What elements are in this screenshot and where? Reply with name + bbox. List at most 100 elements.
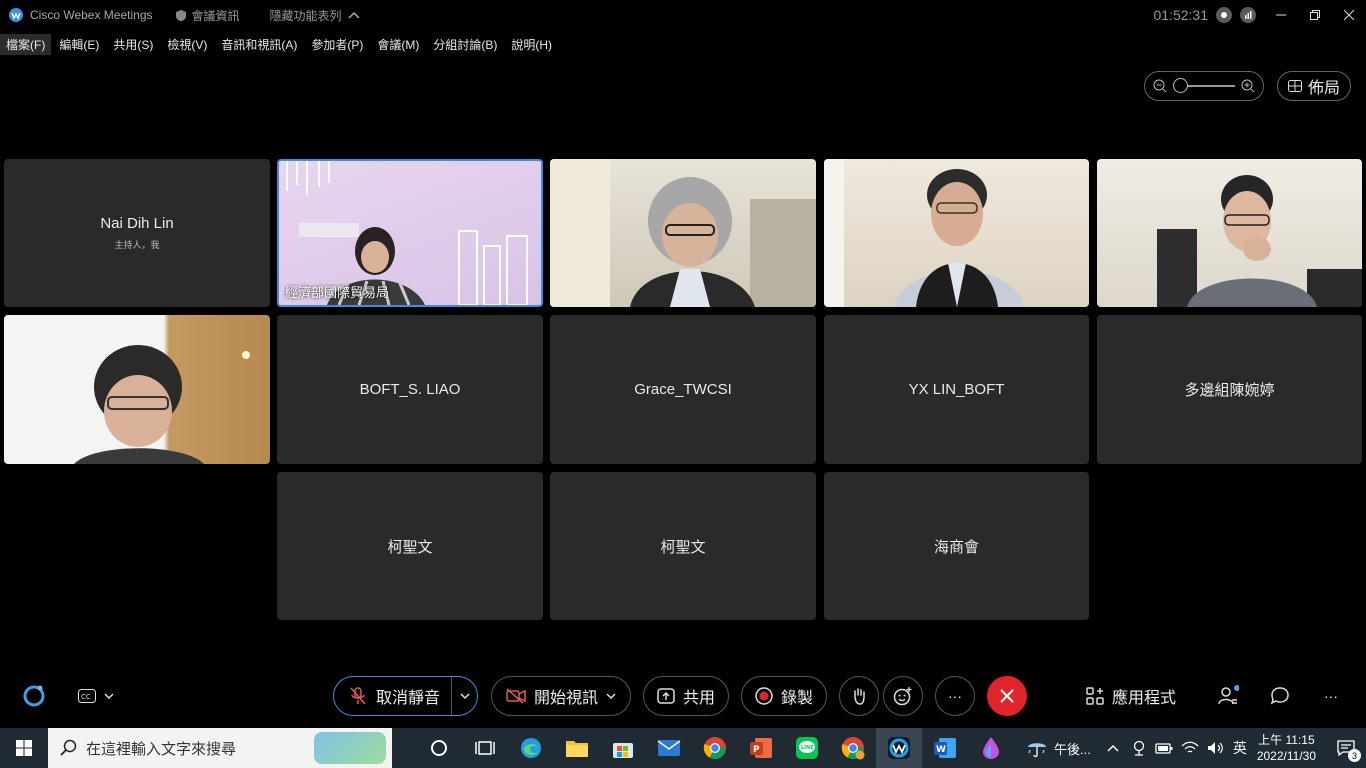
participant-name: Nai Dih Lin xyxy=(100,215,174,232)
apps-label: 應用程式 xyxy=(1112,690,1177,707)
menu-breakout[interactable]: 分組討論(B) xyxy=(427,34,503,55)
participants-panel-button[interactable] xyxy=(1217,676,1239,716)
webcam-icon[interactable] xyxy=(1131,740,1147,756)
taskbar-date: 2022/11/30 xyxy=(1256,749,1316,763)
participant-name: 柯聖文 xyxy=(660,538,706,556)
unmute-button[interactable]: 取消靜音 xyxy=(333,676,478,716)
record-icon xyxy=(755,687,773,705)
participant-video-5[interactable] xyxy=(4,315,270,464)
line-app[interactable]: LINE xyxy=(784,728,830,768)
menu-file[interactable]: 檔案(F) xyxy=(0,33,52,55)
notification-center-button[interactable]: 3 xyxy=(1326,728,1366,768)
webex-assistant-button[interactable] xyxy=(22,676,46,716)
participant-tile-9[interactable]: 柯聖文 xyxy=(277,472,543,620)
show-hidden-icons-chevron-icon[interactable] xyxy=(1107,744,1119,752)
input-method-indicator[interactable]: 英 xyxy=(1233,738,1247,758)
shield-icon xyxy=(175,9,186,21)
menu-audio-video[interactable]: 音訊和視訊(A) xyxy=(215,34,303,55)
layout-button[interactable]: 佈局 xyxy=(1277,71,1351,101)
menu-participants[interactable]: 參加者(P) xyxy=(305,34,369,55)
hide-menu-label: 隱藏功能表列 xyxy=(269,8,342,23)
participant-tile-6[interactable]: Grace_TWCSI xyxy=(550,315,816,464)
menu-edit[interactable]: 編輯(E) xyxy=(53,34,105,55)
zoom-slider[interactable] xyxy=(1173,78,1235,93)
participant-video-3[interactable] xyxy=(824,159,1089,307)
svg-text:CC: CC xyxy=(81,693,91,701)
participant-name: 海商會 xyxy=(933,538,979,556)
share-screen-icon xyxy=(657,688,675,704)
weather-widget[interactable]: 午後... xyxy=(1026,738,1091,758)
captions-button[interactable]: CC xyxy=(78,676,114,716)
participant-tile-5[interactable]: BOFT_S. LIAO xyxy=(277,315,543,464)
word-app[interactable]: W xyxy=(922,728,968,768)
participant-video-4[interactable] xyxy=(1097,159,1362,307)
zoom-out-icon[interactable] xyxy=(1153,79,1167,93)
taskbar-clock[interactable]: 上午 11:15 2022/11/30 xyxy=(1257,732,1316,764)
start-button[interactable] xyxy=(0,728,48,768)
hide-menu-bar-button[interactable]: 隱藏功能表列 xyxy=(270,7,360,24)
participant-video-active-speaker[interactable]: 經濟部國際貿易局 xyxy=(277,159,543,307)
edge-app[interactable] xyxy=(508,728,554,768)
participant-role: 主持人，我 xyxy=(114,240,160,250)
audio-options-dropdown[interactable] xyxy=(451,677,477,715)
participant-tile-host[interactable]: Nai Dih Lin 主持人，我 xyxy=(4,159,270,307)
webex-taskbar-icon xyxy=(888,737,910,759)
zoom-slider-handle[interactable] xyxy=(1173,78,1188,93)
more-options-button[interactable]: ··· xyxy=(935,676,975,716)
close-window-button[interactable] xyxy=(1332,0,1366,30)
powerpoint-app[interactable]: P xyxy=(738,728,784,768)
leave-meeting-button[interactable] xyxy=(987,676,1027,716)
zoom-in-icon[interactable] xyxy=(1241,79,1255,93)
muted-microphone-icon xyxy=(350,687,366,705)
more-panels-button[interactable]: ··· xyxy=(1324,676,1338,716)
paint-app[interactable] xyxy=(968,728,1014,768)
record-button[interactable]: 錄製 xyxy=(741,676,827,716)
participant-name: BOFT_S. LIAO xyxy=(359,381,461,398)
task-view-cortana-button[interactable] xyxy=(416,728,462,768)
menu-view[interactable]: 檢視(V) xyxy=(161,34,213,55)
chrome-profile-app[interactable] xyxy=(830,728,876,768)
connection-status-icon[interactable] xyxy=(1216,7,1232,23)
participant-tile-8[interactable]: 多邊組陳婉婷 xyxy=(1097,315,1362,464)
participant-tile-10[interactable]: 柯聖文 xyxy=(550,472,816,620)
chrome-app[interactable] xyxy=(692,728,738,768)
video-off-icon xyxy=(506,688,526,704)
svg-text:P: P xyxy=(753,745,760,755)
network-stats-icon[interactable] xyxy=(1240,7,1256,23)
chat-panel-button[interactable] xyxy=(1270,676,1290,716)
more-panels-icon: ··· xyxy=(1324,688,1338,704)
layout-label: 佈局 xyxy=(1307,80,1340,97)
menu-meeting[interactable]: 會議(M) xyxy=(371,34,425,55)
raise-hand-button[interactable] xyxy=(839,676,879,716)
menu-share[interactable]: 共用(S) xyxy=(107,34,159,55)
task-view-button[interactable] xyxy=(462,728,508,768)
reactions-button[interactable] xyxy=(883,676,923,716)
battery-icon[interactable] xyxy=(1155,741,1173,755)
reactions-emoji-icon xyxy=(893,687,912,706)
apps-button[interactable]: 應用程式 xyxy=(1086,676,1176,716)
mail-app[interactable] xyxy=(646,728,692,768)
taskbar-search-box[interactable]: 在這裡輸入文字來搜尋 xyxy=(48,728,392,768)
microsoft-store-app[interactable] xyxy=(600,728,646,768)
more-options-icon: ··· xyxy=(948,688,962,704)
file-explorer-app[interactable] xyxy=(554,728,600,768)
cortana-circle-icon xyxy=(431,740,447,756)
volume-icon[interactable] xyxy=(1207,741,1225,755)
webex-app[interactable] xyxy=(876,728,922,768)
wifi-icon[interactable] xyxy=(1181,741,1199,755)
participant-tile-11[interactable]: 海商會 xyxy=(824,472,1089,620)
participant-tile-7[interactable]: YX LIN_BOFT xyxy=(824,315,1089,464)
meeting-info-button[interactable]: 會議資訊 xyxy=(175,7,240,24)
menu-help[interactable]: 說明(H) xyxy=(505,34,558,55)
webex-assistant-icon xyxy=(23,685,45,707)
participant-video-2[interactable] xyxy=(550,159,816,307)
video-caption: 經濟部國際貿易局 xyxy=(285,285,390,300)
start-video-button[interactable]: 開始視訊 xyxy=(491,676,631,716)
minimize-button[interactable] xyxy=(1264,0,1298,30)
search-placeholder: 在這裡輸入文字來搜尋 xyxy=(86,740,237,758)
windows-taskbar: 在這裡輸入文字來搜尋 P LINE W 午後... 英 上午 11:15 202… xyxy=(0,728,1366,768)
participant-name: Grace_TWCSI xyxy=(634,381,732,398)
chrome-profile-icon xyxy=(841,737,865,760)
share-button[interactable]: 共用 xyxy=(643,676,729,716)
restore-button[interactable] xyxy=(1298,0,1332,30)
